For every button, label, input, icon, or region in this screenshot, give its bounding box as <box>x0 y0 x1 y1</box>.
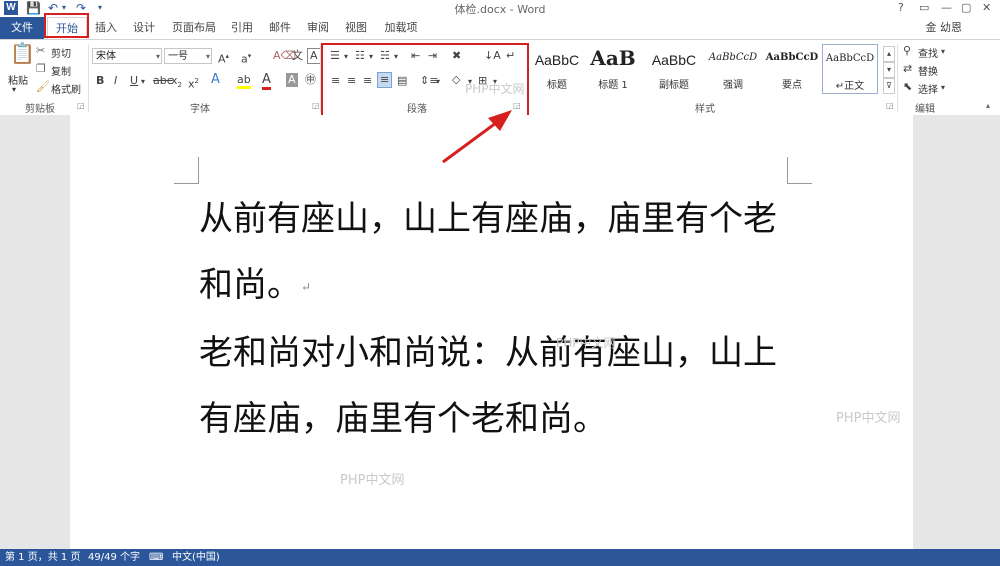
document-paragraph[interactable]: 从前有座山，山上有座庙，庙里有个老和尚。↵ <box>199 186 799 320</box>
clipboard-group-label: 剪贴板 <box>25 104 55 115</box>
proofing-icon[interactable]: ⌨ <box>149 549 163 566</box>
bold-icon[interactable]: B <box>96 74 104 88</box>
user-name[interactable]: 金 幼恩 <box>926 17 963 39</box>
ribbon-display-options-icon[interactable]: ▭ <box>919 0 929 16</box>
shrink-font-icon[interactable]: a▾ <box>241 49 251 67</box>
style-title[interactable]: AaBbC 标题 <box>528 44 586 94</box>
select-dropdown-icon[interactable]: ▾ <box>941 81 945 95</box>
maximize-icon[interactable]: ▢ <box>961 0 971 16</box>
paste-dropdown-icon[interactable]: ▾ <box>12 85 16 94</box>
font-size-select[interactable]: 一号 ▾ <box>164 48 212 64</box>
underline-icon[interactable]: U <box>130 74 138 88</box>
text-effects-icon[interactable]: A <box>211 73 220 87</box>
format-painter-button[interactable]: 格式刷 <box>51 81 81 96</box>
word-count[interactable]: 49/49 个字 <box>88 549 140 566</box>
tab-design[interactable]: 设计 <box>126 17 162 39</box>
format-painter-icon[interactable]: 🖌 <box>36 80 50 94</box>
tab-file[interactable]: 文件 <box>0 17 44 39</box>
document-paragraph[interactable]: 老和尚对小和尚说：从前有座山，山上有座庙，庙里有个老和尚。 <box>199 320 799 452</box>
chevron-down-icon: ▾ <box>155 52 160 61</box>
copy-icon[interactable]: ❐ <box>36 62 46 76</box>
close-icon[interactable]: ✕ <box>982 0 991 16</box>
font-group-label: 字体 <box>190 104 210 115</box>
paste-icon[interactable]: 📋 <box>10 43 35 63</box>
style-heading-1[interactable]: AaB 标题 1 <box>584 44 642 94</box>
watermark-text: PHP中文网 <box>340 473 405 488</box>
document-body[interactable]: 从前有座山，山上有座庙，庙里有个老和尚。↵ 老和尚对小和尚说：从前有座山，山上有… <box>199 186 799 452</box>
copy-button[interactable]: 复制 <box>51 63 71 78</box>
replace-icon[interactable]: ⇄ <box>903 62 912 76</box>
editing-group-label: 编辑 <box>915 104 935 115</box>
select-button[interactable]: 选择 <box>918 81 938 96</box>
style-normal[interactable]: AaBbCcD ↵正文 <box>822 44 878 94</box>
highlight-color-icon[interactable]: ab <box>237 73 251 89</box>
tab-references[interactable]: 引用 <box>224 17 260 39</box>
styles-scroll-up-icon[interactable]: ▴ <box>883 46 895 62</box>
minimize-icon[interactable]: — <box>941 0 952 16</box>
font-launcher-icon[interactable]: ◲ <box>312 99 320 113</box>
tab-view[interactable]: 视图 <box>338 17 374 39</box>
tab-mailings[interactable]: 邮件 <box>262 17 298 39</box>
title-bar: W 💾 ↶ ▾ ↷ ▾ 体检.docx - Word ? ▭ — ▢ ✕ <box>0 0 1000 17</box>
paste-button[interactable]: 粘贴 <box>8 72 28 87</box>
cut-button[interactable]: 剪切 <box>51 45 71 60</box>
clipboard-launcher-icon[interactable]: ◲ <box>77 99 85 113</box>
tab-layout[interactable]: 页面布局 <box>166 17 222 39</box>
subscript-icon[interactable]: x2 <box>171 74 182 92</box>
style-emphasis[interactable]: AaBbCcD 强调 <box>704 44 762 94</box>
italic-icon[interactable]: I <box>114 74 117 88</box>
ribbon-tabs: 文件 开始 插入 设计 页面布局 引用 邮件 审阅 视图 加载项 金 幼恩 <box>0 17 1000 39</box>
underline-dropdown-icon[interactable]: ▾ <box>141 75 145 89</box>
find-button[interactable]: 查找 <box>918 45 938 60</box>
find-icon[interactable]: ⚲ <box>903 44 911 58</box>
enclose-characters-icon[interactable]: ㊥ <box>305 73 316 87</box>
style-strong[interactable]: AaBbCcD 要点 <box>763 44 821 94</box>
tab-insert[interactable]: 插入 <box>88 17 124 39</box>
styles-more-icon[interactable]: ⊽ <box>883 78 895 94</box>
help-icon[interactable]: ? <box>898 0 904 16</box>
tab-review[interactable]: 审阅 <box>300 17 336 39</box>
watermark-text: PHP中文网 <box>465 82 525 96</box>
page-corner-mark <box>174 157 199 184</box>
styles-launcher-icon[interactable]: ◲ <box>886 99 894 113</box>
chevron-down-icon: ▾ <box>205 52 210 61</box>
replace-button[interactable]: 替换 <box>918 63 938 78</box>
grow-font-icon[interactable]: A▴ <box>218 49 229 67</box>
font-name-select[interactable]: 宋体 ▾ <box>92 48 162 64</box>
language-indicator[interactable]: 中文(中国) <box>172 549 220 566</box>
styles-scroll-down-icon[interactable]: ▾ <box>883 62 895 78</box>
document-title: 体检.docx - Word <box>454 3 546 16</box>
style-subtitle[interactable]: AaBbC 副标题 <box>645 44 703 94</box>
page-count[interactable]: 第 1 页，共 1 页 <box>5 549 80 566</box>
superscript-icon[interactable]: x2 <box>188 74 199 92</box>
select-icon[interactable]: ⬉ <box>903 80 912 94</box>
page-corner-mark <box>787 157 812 184</box>
find-dropdown-icon[interactable]: ▾ <box>941 45 945 59</box>
tab-addins[interactable]: 加载项 <box>378 17 424 39</box>
paragraph-mark-icon: ↵ <box>301 280 312 294</box>
watermark-text: PHP中文网 <box>836 411 901 426</box>
collapse-ribbon-icon[interactable]: ▴ <box>986 99 990 113</box>
phonetic-guide-icon[interactable]: 文 <box>292 49 303 63</box>
character-border-icon[interactable]: A <box>307 48 321 64</box>
character-shading-icon[interactable]: A <box>286 73 298 87</box>
watermark-text: PHP中文网 <box>556 336 616 350</box>
highlight-box-home-tab <box>44 13 89 38</box>
status-bar: 第 1 页，共 1 页 49/49 个字 ⌨ 中文(中国) <box>0 549 1000 566</box>
styles-group-label: 样式 <box>695 104 715 115</box>
cut-icon[interactable]: ✂ <box>36 44 45 58</box>
font-color-icon[interactable]: A <box>262 72 271 90</box>
strikethrough-icon[interactable]: abc <box>153 74 173 88</box>
